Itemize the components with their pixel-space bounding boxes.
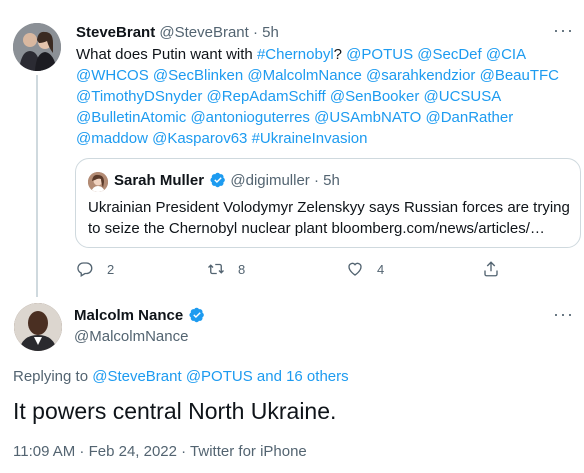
reply-display-name[interactable]: Malcolm Nance: [74, 307, 183, 324]
reply-count: 2: [107, 261, 115, 277]
mention[interactable]: @BulletinAtomic: [76, 109, 186, 126]
parent-tweet[interactable]: SteveBrant @SteveBrant · 5h ··· What doe…: [0, 0, 584, 300]
mention[interactable]: @BeauTFC: [480, 67, 559, 84]
tweet-meta[interactable]: 11:09 AM · Feb 24, 2022 · Twitter for iP…: [13, 443, 307, 460]
verified-icon: [210, 172, 226, 188]
mention[interactable]: @CIA: [486, 46, 525, 63]
tweet-text: What does Putin want with #Chernobyl? @P…: [76, 44, 576, 149]
mention[interactable]: @Kasparov63: [152, 130, 247, 147]
share-button[interactable]: [482, 260, 500, 278]
like-button[interactable]: 4: [346, 260, 384, 278]
tweet-header: SteveBrant @SteveBrant · 5h: [76, 24, 279, 41]
quoted-text: Ukrainian President Volodymyr Zelenskyy …: [88, 199, 570, 237]
mention[interactable]: @sarahkendzior: [366, 67, 475, 84]
mention[interactable]: @RepAdamSchiff: [207, 88, 326, 105]
replying-to-links[interactable]: @SteveBrant @POTUS and 16 others: [92, 368, 348, 385]
retweet-icon: [208, 263, 224, 275]
avatar[interactable]: [13, 23, 61, 71]
reply-text: It powers central North Ukraine.: [13, 398, 337, 424]
mention[interactable]: @USAmbNATO: [314, 109, 421, 126]
reply-tweet[interactable]: Malcolm Nance @MalcolmNance ··· Replying…: [0, 300, 584, 473]
mention[interactable]: @UCSUSA: [424, 88, 501, 105]
avatar[interactable]: [14, 303, 62, 351]
timestamp[interactable]: 5h: [262, 24, 279, 41]
tweet-text-plain: What does Putin want with: [76, 46, 257, 63]
quoted-header: Sarah Muller @digimuller · 5h: [114, 172, 340, 189]
mention[interactable]: @WHCOS: [76, 67, 149, 84]
handle[interactable]: @SteveBrant: [159, 24, 248, 41]
more-icon[interactable]: ···: [553, 20, 574, 41]
verified-icon: [189, 307, 205, 323]
quoted-timestamp[interactable]: 5h: [323, 172, 340, 189]
more-icon[interactable]: ···: [553, 304, 574, 325]
display-name: Malcolm Nance: [74, 307, 205, 324]
mention[interactable]: @maddow: [76, 130, 148, 147]
mention[interactable]: @SecDef: [417, 46, 481, 63]
retweet-count: 8: [238, 261, 246, 277]
like-count: 4: [377, 261, 385, 277]
mention[interactable]: @antonioguterres: [190, 109, 309, 126]
replying-prefix: Replying to: [13, 368, 89, 385]
tweet-text-q: ?: [333, 46, 342, 63]
hashtag[interactable]: #Chernobyl: [257, 46, 334, 63]
replying-to: Replying to @SteveBrant @POTUS and 16 ot…: [13, 368, 349, 385]
hashtag[interactable]: #UkraineInvasion: [252, 130, 368, 147]
quoted-handle[interactable]: @digimuller: [230, 172, 309, 189]
thread-line: [36, 75, 38, 297]
display-name[interactable]: SteveBrant: [76, 24, 155, 41]
mention[interactable]: @DanRather: [425, 109, 513, 126]
mention[interactable]: @TimothyDSnyder: [76, 88, 202, 105]
mention[interactable]: @POTUS: [346, 46, 413, 63]
mention[interactable]: @MalcolmNance: [247, 67, 361, 84]
quoted-display-name[interactable]: Sarah Muller: [114, 172, 204, 189]
reply-icon: [77, 262, 93, 277]
handle[interactable]: @MalcolmNance: [74, 328, 188, 345]
retweet-button[interactable]: 8: [207, 260, 245, 278]
action-bar: 2 8 4: [76, 260, 506, 280]
mention[interactable]: @SenBooker: [330, 88, 419, 105]
mention[interactable]: @SecBlinken: [153, 67, 243, 84]
reply-button[interactable]: 2: [76, 260, 114, 278]
separator: ·: [252, 24, 258, 41]
separator: ·: [313, 172, 319, 189]
like-icon: [348, 262, 362, 276]
quoted-avatar[interactable]: [88, 172, 108, 192]
share-icon: [484, 261, 498, 277]
quoted-tweet[interactable]: Sarah Muller @digimuller · 5h Ukrainian …: [75, 158, 581, 248]
